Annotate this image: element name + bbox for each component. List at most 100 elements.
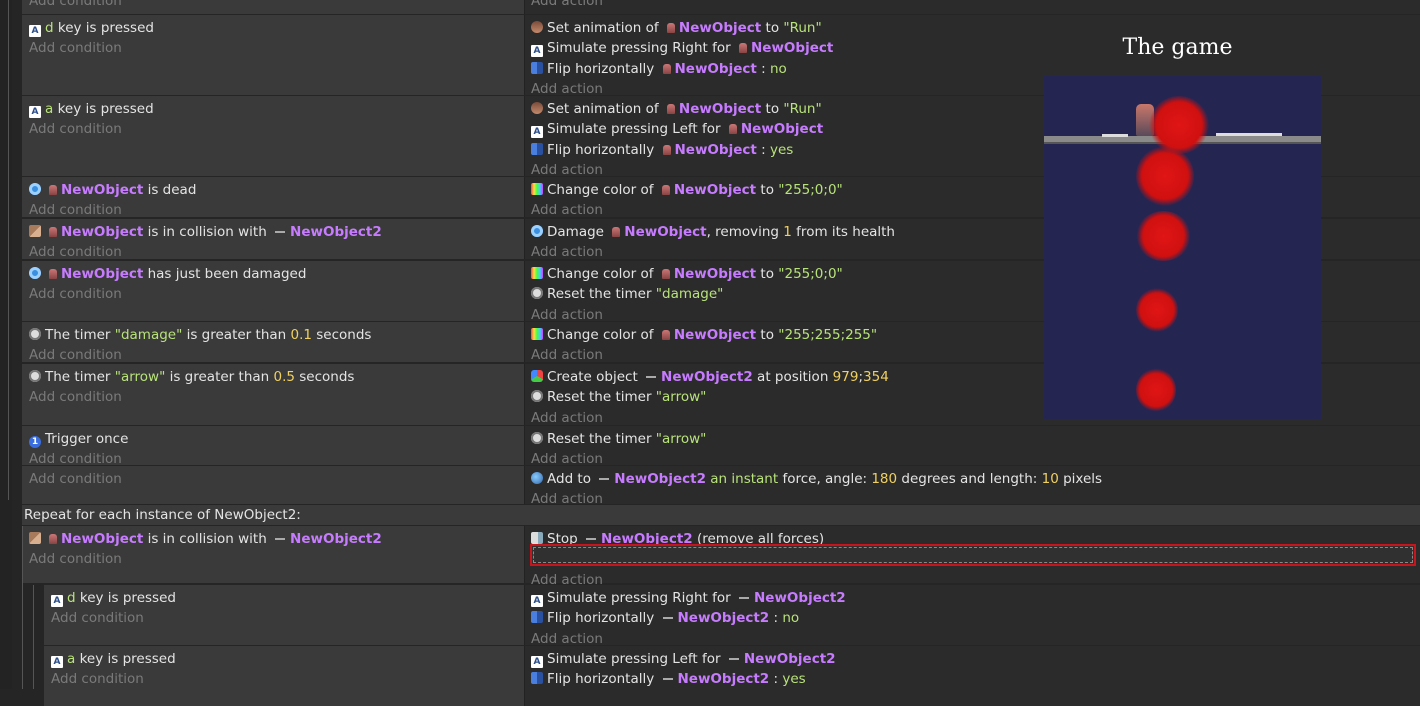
add-condition-link[interactable]: Add condition [29, 119, 524, 139]
object-name[interactable]: NewObject2 [678, 671, 770, 687]
add-condition-link[interactable]: Add condition [29, 549, 524, 569]
parameter-value: "damage" [114, 327, 183, 343]
object-name[interactable]: NewObject [675, 142, 757, 158]
gutter-line [8, 0, 9, 500]
add-condition-link[interactable]: Add condition [29, 242, 524, 259]
add-condition-link[interactable]: Add condition [29, 284, 524, 304]
event-row[interactable]: Add condition Add to NewObject2 an instan… [22, 466, 1420, 507]
conditions-column: Ad key is pressed Add condition [44, 585, 525, 645]
keyboard-key-icon: A [51, 595, 63, 607]
arrow-object-icon [275, 538, 286, 540]
event-row[interactable]: Ad key is pressed Add condition A Simulate … [44, 585, 1420, 647]
condition-line[interactable]: NewObject has just been damaged [29, 264, 524, 284]
sprite-object-icon [612, 227, 621, 237]
instruction-text: to [761, 20, 784, 36]
add-condition-link[interactable]: Add condition [29, 469, 524, 489]
instruction-text: : [756, 60, 770, 77]
instruction-text: to [756, 266, 779, 282]
conditions-column: NewObject is in collision with NewObject… [22, 219, 525, 259]
action-line[interactable]: Reset the timer "arrow" [531, 429, 1420, 449]
event-row[interactable]: 1 Trigger once Add condition Reset the time… [22, 426, 1420, 467]
condition-line[interactable]: The timer "arrow" is greater than 0.5 se… [29, 367, 524, 387]
instruction-text: Reset the timer [547, 389, 656, 406]
instruction-text: Simulate pressing Left for [547, 121, 725, 138]
add-action-link[interactable]: Add action [531, 0, 1420, 11]
conditions-column: NewObject is in collision with NewObject… [22, 526, 525, 583]
condition-line[interactable]: The timer "damage" is greater than 0.1 s… [29, 325, 524, 345]
object-name[interactable]: NewObject2 [661, 369, 753, 385]
conditions-column: Aa key is pressed Add condition [22, 96, 525, 176]
add-condition-link[interactable]: Add condition [51, 608, 524, 628]
arrow-projectile [1216, 133, 1282, 136]
parameter-value: "255;255;255" [778, 327, 878, 343]
object-name[interactable]: NewObject [679, 101, 761, 117]
action-line[interactable]: Flip horizontally NewObject2 : yes [531, 669, 1420, 689]
object-name[interactable]: NewObject [61, 531, 143, 547]
condition-line[interactable]: Ad key is pressed [51, 588, 524, 608]
flip-icon [531, 142, 543, 155]
object-name[interactable]: NewObject [674, 182, 756, 198]
object-name[interactable]: NewObject [674, 327, 756, 343]
condition-line[interactable]: NewObject is in collision with NewObject… [29, 222, 524, 242]
behavior-gear-icon [531, 225, 543, 237]
object-name[interactable]: NewObject2 [290, 224, 382, 240]
add-condition-link[interactable]: Add condition [29, 345, 524, 362]
actions-column: Add to NewObject2 an instant force, angl… [525, 466, 1420, 507]
repeat-event-header[interactable]: Repeat for each instance of NewObject2: [22, 505, 1420, 525]
object-name[interactable]: NewObject2 [290, 531, 382, 547]
instruction-text: Simulate pressing Right for [547, 40, 735, 57]
event-row[interactable]: Add condition Add action [22, 0, 1420, 14]
add-condition-link[interactable]: Add condition [51, 669, 524, 689]
object-name[interactable]: NewObject [675, 61, 757, 77]
object-name[interactable]: NewObject2 [744, 651, 836, 667]
add-condition-link[interactable]: Add condition [29, 0, 524, 11]
object-name[interactable]: NewObject [679, 20, 761, 36]
parameter-value: 354 [863, 369, 889, 385]
sprite-object-icon [666, 104, 675, 114]
add-condition-link[interactable]: Add condition [29, 387, 524, 407]
add-condition-link[interactable]: Add condition [29, 449, 524, 465]
instruction-text: Damage [547, 224, 609, 240]
instruction-text: key is pressed [75, 651, 176, 667]
conditions-column: Add condition [22, 466, 525, 504]
object-name[interactable]: NewObject2 [614, 471, 706, 487]
condition-line[interactable]: Aa key is pressed [29, 99, 524, 119]
behavior-gear-icon [29, 267, 41, 279]
add-condition-link[interactable]: Add condition [29, 200, 524, 217]
condition-line[interactable]: NewObject is dead [29, 180, 524, 200]
condition-line[interactable]: NewObject is in collision with NewObject… [29, 529, 524, 549]
parameter-value: d [45, 20, 54, 36]
action-line[interactable]: A Simulate pressing Left for NewObject2 [531, 649, 1420, 669]
object-name[interactable]: NewObject2 [754, 590, 846, 606]
condition-line[interactable]: Ad key is pressed [29, 18, 524, 38]
arrow-object-icon [662, 617, 673, 620]
keyboard-key-icon: A [531, 595, 543, 607]
object-name[interactable]: NewObject [674, 266, 756, 282]
object-name[interactable]: NewObject [624, 224, 706, 240]
parameter-value: no [782, 610, 800, 627]
object-name[interactable]: NewObject [751, 40, 833, 56]
instruction-text: is in collision with [143, 224, 272, 240]
action-line[interactable]: Flip horizontally NewObject2 : no [531, 608, 1420, 628]
object-name[interactable]: NewObject [741, 121, 823, 137]
keyboard-key-icon: A [29, 25, 41, 37]
object-name[interactable]: NewObject [61, 266, 143, 282]
timer-icon [531, 390, 543, 403]
instruction-text: seconds [294, 369, 355, 385]
parameter-value: yes [769, 141, 794, 158]
action-line[interactable]: Add to NewObject2 an instant force, angl… [531, 469, 1420, 489]
action-line[interactable]: A Simulate pressing Right for NewObject2 [531, 588, 1420, 608]
parameter-value: 979 [832, 369, 859, 385]
parameter-value: 10 [1041, 471, 1059, 487]
instruction-text: : [769, 610, 783, 627]
event-row[interactable]: Aa key is pressed Add condition A Simulate … [44, 646, 1420, 706]
instruction-text: is greater than [165, 369, 274, 385]
conditions-column: Add condition [22, 0, 525, 14]
object-name[interactable]: NewObject [61, 224, 143, 240]
condition-line[interactable]: Aa key is pressed [51, 649, 524, 669]
condition-line[interactable]: 1 Trigger once [29, 429, 524, 449]
game-preview-title: The game [1122, 35, 1233, 60]
object-name[interactable]: NewObject [61, 182, 143, 198]
object-name[interactable]: NewObject2 [678, 610, 770, 626]
add-condition-link[interactable]: Add condition [29, 38, 524, 58]
